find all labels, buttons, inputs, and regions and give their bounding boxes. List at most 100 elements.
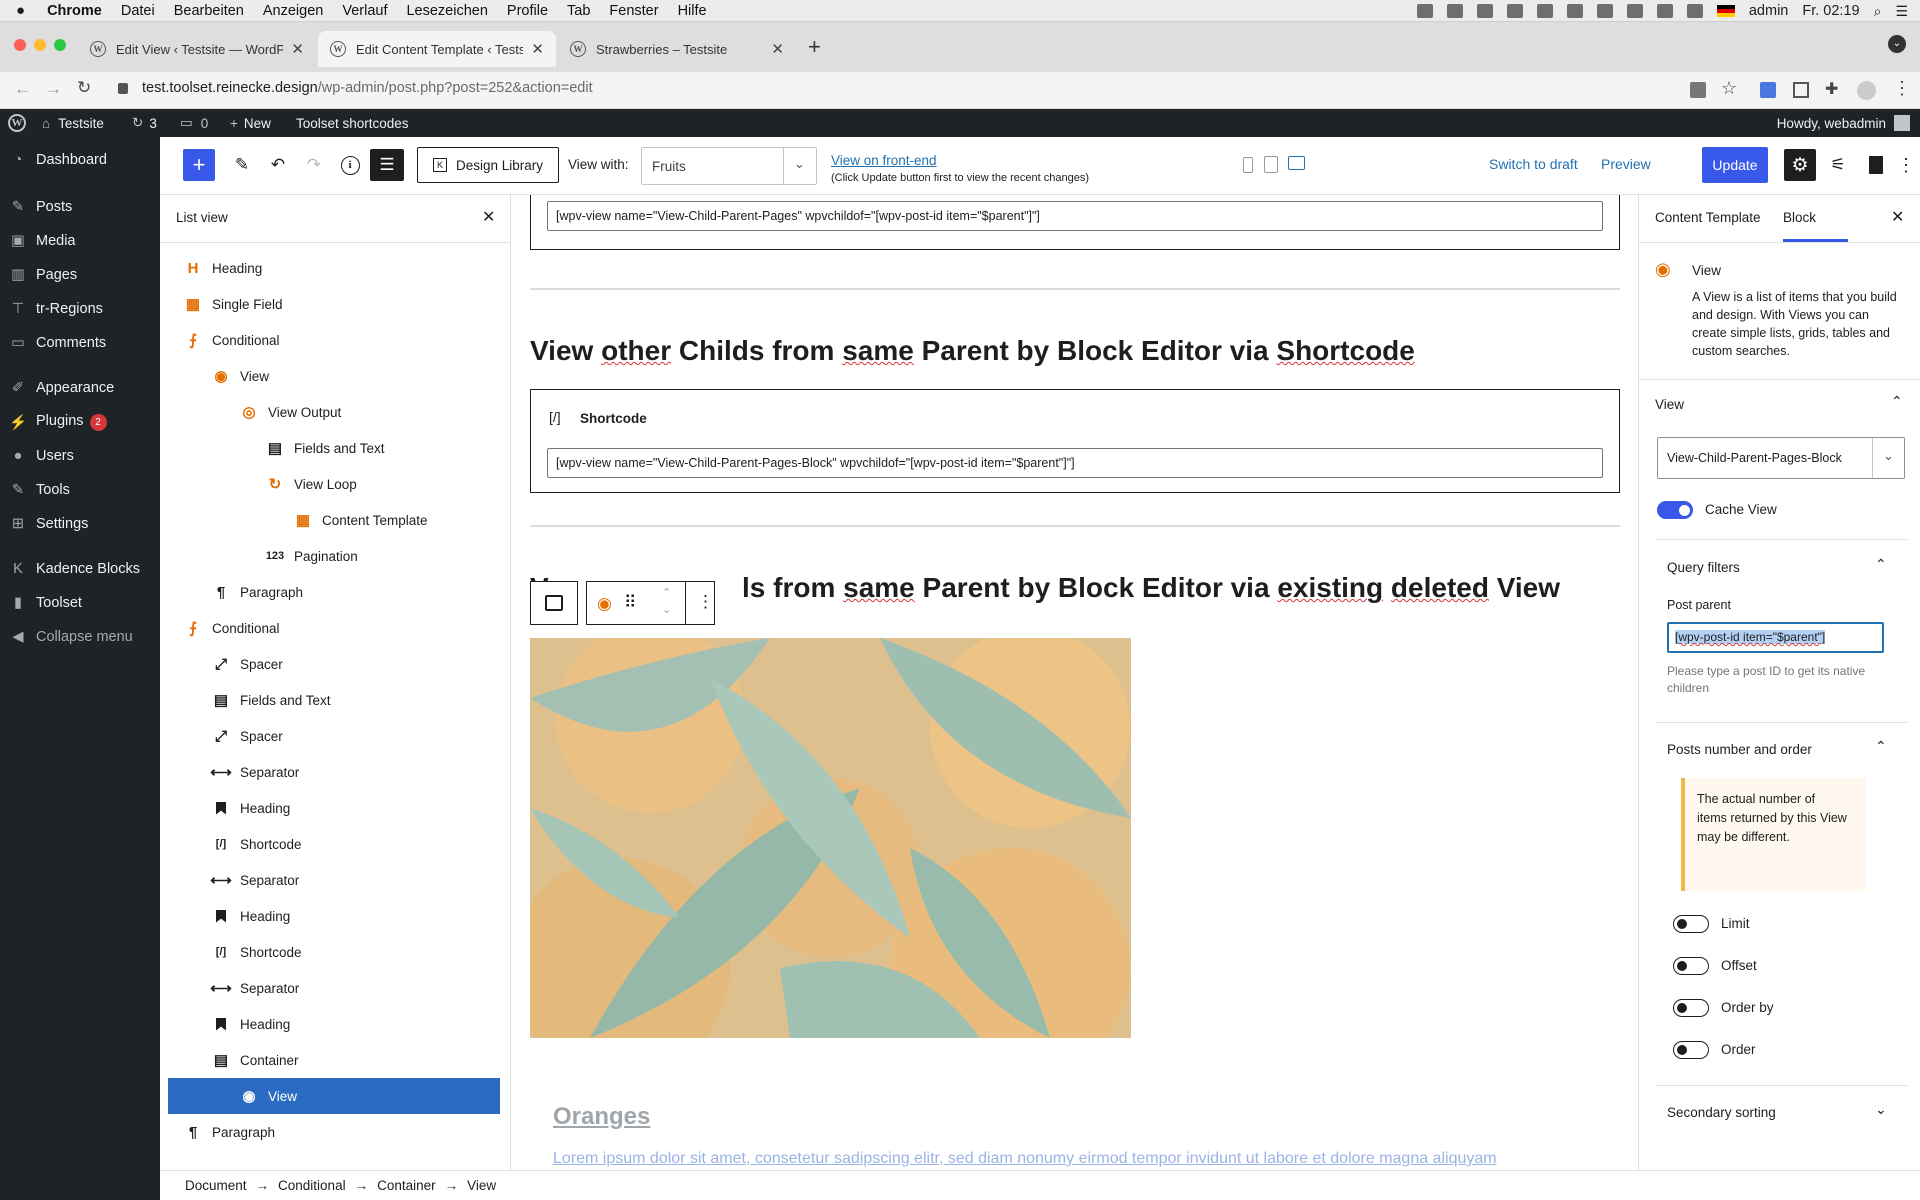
menu-posts[interactable]: ✎ Posts (0, 192, 160, 222)
order-by-toggle[interactable] (1673, 999, 1709, 1017)
mobile-preview-icon[interactable] (1243, 157, 1253, 173)
list-view-item[interactable]: ▤ Fields and Text (168, 430, 500, 466)
menu-hilfe[interactable]: Hilfe (678, 3, 707, 19)
new-tab-icon[interactable]: + (808, 34, 821, 60)
close-tab-icon[interactable]: ✕ (771, 40, 784, 58)
list-view-item[interactable]: ⨍ Conditional (168, 322, 500, 358)
menu-tr-regions[interactable]: ⊤ tr-Regions (0, 294, 160, 324)
menu-settings[interactable]: ⊞ Settings (0, 509, 160, 539)
control-center-icon[interactable]: ☰ (1895, 3, 1908, 20)
chevron-up-icon[interactable]: ⌃ (1891, 393, 1903, 410)
post-excerpt-link[interactable]: Lorem ipsum dolor sit amet, consetetur s… (553, 1150, 1497, 1168)
breadcrumb-document[interactable]: Document (185, 1178, 247, 1193)
sync-icon[interactable] (1446, 4, 1463, 18)
zoom-window-button[interactable] (54, 39, 66, 51)
shortcode-block[interactable]: [wpv-view name="View-Child-Parent-Pages"… (530, 195, 1620, 250)
desktop-preview-icon[interactable] (1288, 156, 1305, 170)
time-machine-icon[interactable] (1626, 4, 1643, 18)
menu-fenster[interactable]: Fenster (609, 3, 658, 19)
redo-button[interactable]: ↷ (298, 149, 330, 181)
featured-image[interactable] (530, 638, 1131, 1038)
apple-icon[interactable]: ● (16, 2, 25, 19)
extensions-icon[interactable]: ✚ (1825, 79, 1838, 99)
browser-tab[interactable]: W Strawberries – Testsite ✕ (558, 31, 796, 67)
menu-tab[interactable]: Tab (567, 3, 590, 19)
query-filters-title[interactable]: Query filters (1667, 560, 1740, 575)
menu-pages[interactable]: ▥ Pages (0, 260, 160, 290)
close-tab-icon[interactable]: ✕ (291, 40, 304, 58)
menu-verlauf[interactable]: Verlauf (342, 3, 387, 19)
kadence-controls-button[interactable]: ⚟ (1822, 149, 1854, 181)
list-view-item[interactable]: Heading (168, 790, 500, 826)
chevron-down-icon[interactable]: ⌄ (1875, 1101, 1887, 1118)
preview-button[interactable]: Preview (1601, 156, 1651, 172)
menu-app-name[interactable]: Chrome (47, 3, 102, 19)
close-tab-icon[interactable]: ✕ (531, 40, 544, 58)
menu-users[interactable]: ● Users (0, 441, 160, 471)
close-settings-icon[interactable]: ✕ (1891, 207, 1904, 227)
select-parent-button[interactable] (530, 581, 578, 625)
separator-line[interactable] (530, 525, 1620, 527)
forward-icon[interactable]: → (45, 79, 62, 99)
bookmark-star-icon[interactable]: ☆ (1721, 78, 1737, 99)
list-view-item[interactable]: ¶ Paragraph (168, 1114, 500, 1150)
list-view-item[interactable]: 123 Pagination (168, 538, 500, 574)
menu-datei[interactable]: Datei (121, 3, 155, 19)
bluetooth-icon[interactable] (1656, 4, 1673, 18)
list-view-item[interactable]: ⨍ Conditional (168, 610, 500, 646)
move-up-icon[interactable]: ⌃ (662, 586, 671, 599)
minimize-window-button[interactable] (34, 39, 46, 51)
tab-block[interactable]: Block (1783, 210, 1816, 225)
list-view-item[interactable]: ¶ Paragraph (168, 574, 500, 610)
lock-icon[interactable] (118, 83, 128, 94)
menu-comments[interactable]: ▭ Comments (0, 328, 160, 358)
tools-button[interactable]: ✎ (226, 149, 258, 181)
dropbox-icon[interactable] (1476, 4, 1493, 18)
drag-handle-icon[interactable]: ⠿ (624, 593, 637, 613)
list-view-item[interactable]: ⟷ Separator (168, 970, 500, 1006)
eject-icon[interactable] (1686, 4, 1703, 18)
order-toggle[interactable] (1673, 1041, 1709, 1059)
separator-line[interactable] (530, 288, 1620, 290)
shortcode-block[interactable]: [/] Shortcode [wpv-view name="View-Child… (530, 389, 1620, 493)
grid-icon[interactable] (1566, 4, 1583, 18)
list-view-item[interactable]: ◉ View (168, 358, 500, 394)
post-parent-input[interactable]: [wpv-post-id item="$parent"] (1667, 622, 1884, 653)
settings-button[interactable]: ⚙ (1784, 149, 1816, 181)
list-view-item[interactable]: Heading (168, 898, 500, 934)
more-options-button[interactable]: ⋮ (1896, 149, 1916, 181)
google-translate-icon[interactable] (1760, 82, 1776, 98)
heading-block[interactable]: View other Childs from same Parent by Bl… (530, 335, 1415, 367)
menubar-user[interactable]: admin (1749, 3, 1789, 19)
chevron-up-icon[interactable]: ⌃ (1875, 556, 1887, 573)
list-view-item[interactable]: ▤ Container (168, 1042, 500, 1078)
howdy-user-link[interactable]: Howdy, webadmin (1777, 109, 1910, 137)
secondary-sorting-title[interactable]: Secondary sorting (1667, 1105, 1776, 1120)
design-library-button[interactable]: K Design Library (417, 147, 559, 183)
back-icon[interactable]: ← (14, 79, 31, 99)
menu-anzeigen[interactable]: Anzeigen (263, 3, 323, 19)
menu-appearance[interactable]: ✐ Appearance (0, 373, 160, 403)
close-window-button[interactable] (14, 39, 26, 51)
stripes-icon[interactable] (1536, 4, 1553, 18)
shortcode-input[interactable]: [wpv-view name="View-Child-Parent-Pages-… (547, 448, 1603, 478)
breadcrumb-conditional[interactable]: Conditional (278, 1178, 346, 1193)
list-view-item[interactable]: ◎ View Output (168, 394, 500, 430)
translate-icon[interactable] (1690, 82, 1706, 98)
browser-tab[interactable]: W Edit View ‹ Testsite — WordPress ✕ (78, 31, 316, 67)
menu-kadence-blocks[interactable]: K Kadence Blocks (0, 554, 160, 584)
wordpress-logo-icon[interactable]: W (8, 109, 26, 137)
list-view-item[interactable]: ▦ Single Field (168, 286, 500, 322)
list-view-item[interactable]: ⤢ Spacer (168, 718, 500, 754)
list-view-item[interactable]: ⤢ Spacer (168, 646, 500, 682)
details-button[interactable]: i (334, 149, 366, 181)
browser-tab-active[interactable]: W Edit Content Template ‹ Testsite ✕ (318, 31, 556, 67)
view-on-front-end-link[interactable]: View on front-end (831, 153, 937, 168)
menu-media[interactable]: ▣ Media (0, 226, 160, 256)
profile-avatar-icon[interactable] (1857, 81, 1876, 100)
menu-toolset[interactable]: ▮ Toolset (0, 588, 160, 618)
menubar-clock[interactable]: Fr. 02:19 (1802, 3, 1859, 19)
list-view-button[interactable]: ☰ (370, 149, 404, 181)
block-options-icon[interactable]: ⋮ (697, 592, 714, 612)
menu-plugins[interactable]: ⚡ Plugins 2 (0, 407, 160, 437)
